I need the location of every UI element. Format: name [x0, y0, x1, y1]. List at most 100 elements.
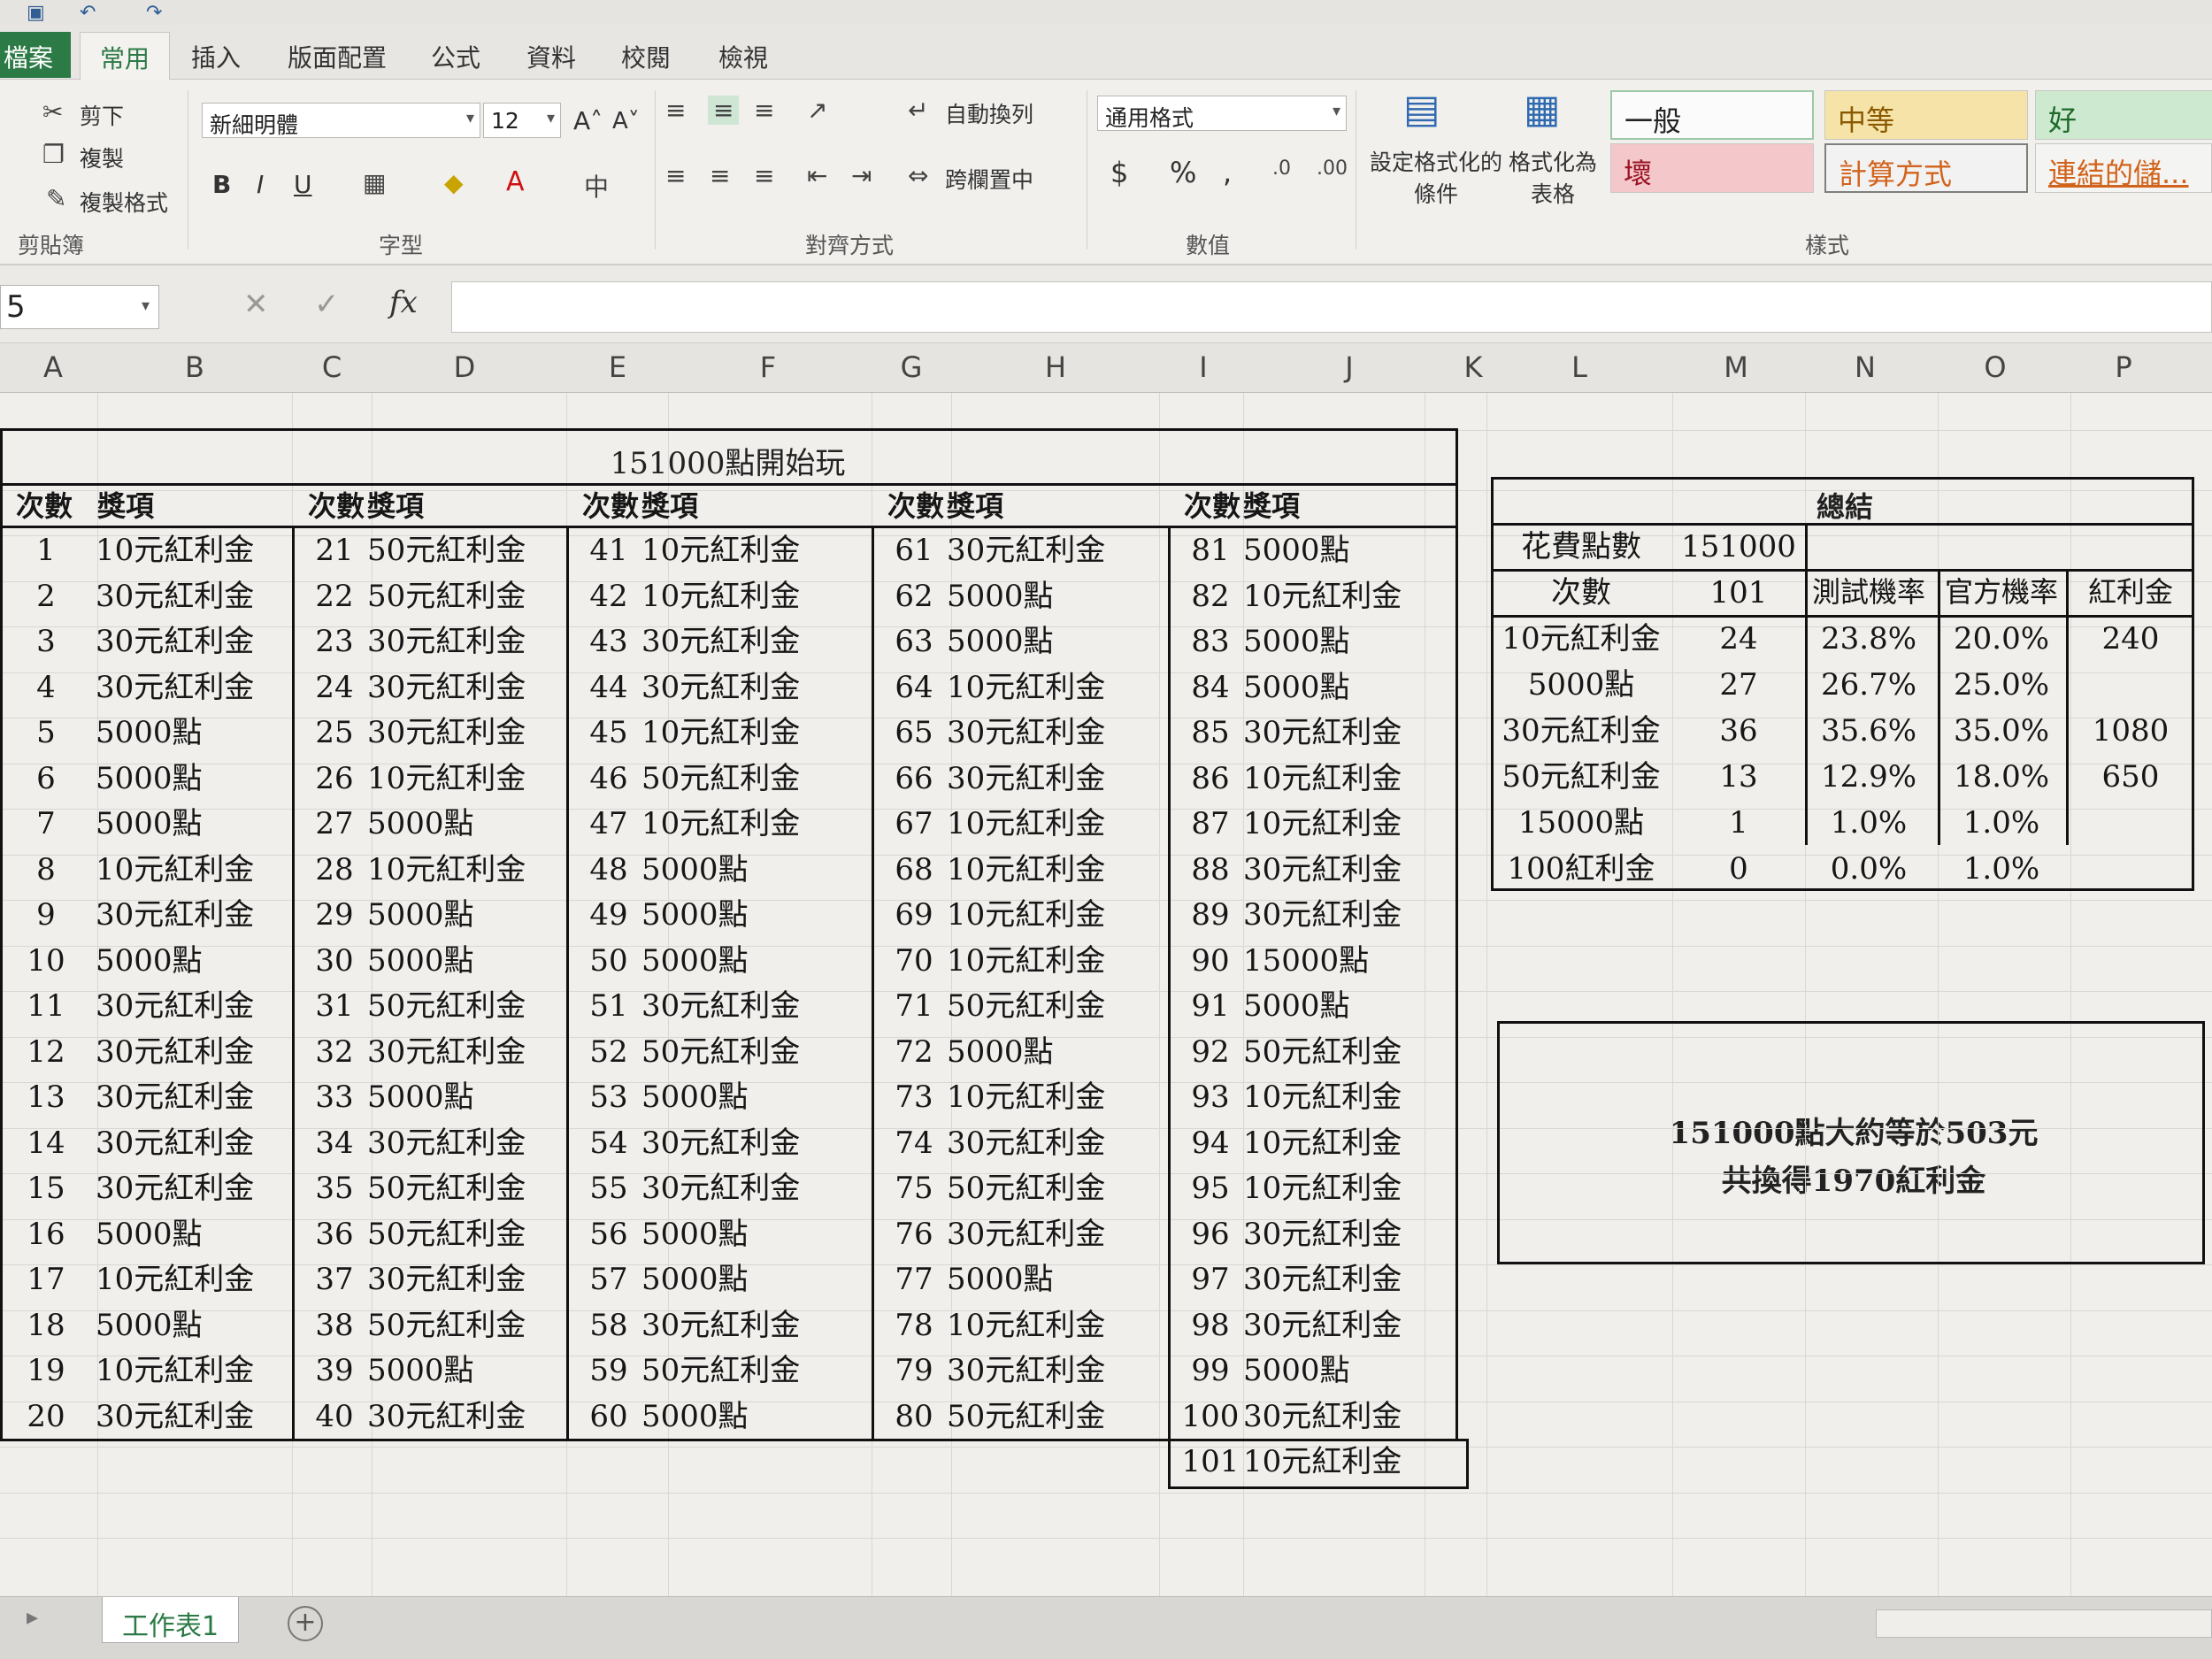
bold-icon[interactable]: B — [212, 170, 231, 199]
tab-view[interactable]: 檢視 — [718, 39, 768, 74]
font-name-combo[interactable]: 新細明體 ▾ — [202, 103, 480, 138]
tab-file[interactable]: 檔案 — [0, 32, 71, 78]
phonetic-icon[interactable]: 中 — [584, 168, 609, 204]
column-header-g[interactable]: G — [901, 350, 923, 384]
record-count: 85 — [1191, 715, 1230, 750]
save-icon[interactable]: ▣ — [27, 2, 45, 24]
column-header-c[interactable]: C — [322, 350, 342, 384]
decrease-indent-icon[interactable]: ⇤ — [807, 161, 827, 190]
style-neutral[interactable]: 中等 — [1824, 90, 2028, 140]
tab-page-layout[interactable]: 版面配置 — [288, 39, 387, 74]
align-right-icon[interactable]: ≡ — [754, 161, 774, 190]
record-count: 11 — [27, 988, 65, 1024]
cancel-icon[interactable]: ✕ — [243, 287, 269, 322]
column-header-o[interactable]: O — [1984, 350, 2006, 384]
align-bottom-icon[interactable]: ≡ — [754, 96, 774, 125]
copy-icon: ❐ — [42, 140, 65, 169]
header-count: 次數 — [1184, 489, 1241, 523]
underline-icon[interactable]: U — [294, 170, 312, 199]
increase-decimal-icon[interactable]: .0 — [1272, 157, 1291, 180]
format-painter-button[interactable]: 複製格式 — [80, 186, 168, 218]
copy-button[interactable]: 複製 — [80, 142, 124, 173]
conditional-format-button[interactable]: 設定格式化的條件 — [1370, 145, 1502, 209]
style-good[interactable]: 好 — [2035, 90, 2212, 140]
column-header-e[interactable]: E — [609, 350, 626, 384]
summary-item: 30元紅利金 — [1502, 713, 1661, 749]
record-count: 48 — [589, 851, 628, 887]
record-count: 31 — [315, 988, 354, 1024]
spent-value: 151000 — [1681, 529, 1796, 565]
record-prize: 10元紅利金 — [1243, 1171, 1402, 1206]
tab-insert[interactable]: 插入 — [191, 39, 241, 74]
record-prize: 5000點 — [367, 897, 474, 933]
shrink-font-icon[interactable]: A˅ — [612, 108, 640, 134]
horizontal-scrollbar[interactable] — [1876, 1609, 2212, 1638]
record-prize: 5000點 — [1243, 1353, 1350, 1388]
column-header-m[interactable]: M — [1724, 350, 1748, 384]
tab-scroll-left-icon[interactable]: ▸ — [27, 1604, 38, 1631]
column-header-l[interactable]: L — [1571, 350, 1587, 384]
column-header-d[interactable]: D — [454, 350, 476, 384]
column-header-j[interactable]: J — [1345, 350, 1353, 384]
align-middle-icon[interactable]: ≡ — [708, 96, 740, 125]
name-box[interactable]: 5 ▾ — [0, 285, 159, 329]
record-prize: 30元紅利金 — [947, 715, 1106, 750]
record-count: 33 — [315, 1079, 354, 1115]
fill-color-icon[interactable]: ◆ — [444, 168, 464, 197]
merge-center-button[interactable]: 跨欄置中 — [945, 163, 1033, 195]
tab-review[interactable]: 校閱 — [621, 39, 671, 74]
column-header-p[interactable]: P — [2115, 350, 2131, 384]
column-header-f[interactable]: F — [760, 350, 776, 384]
record-count: 88 — [1191, 851, 1230, 887]
record-count: 54 — [589, 1125, 628, 1161]
font-size-combo[interactable]: 12 ▾ — [483, 103, 561, 138]
column-header-k[interactable]: K — [1464, 350, 1483, 384]
summary-item: 5000點 — [1527, 667, 1635, 703]
redo-icon[interactable]: ↷ — [146, 2, 162, 24]
currency-icon[interactable]: $ — [1110, 156, 1128, 189]
increase-indent-icon[interactable]: ⇥ — [851, 161, 872, 190]
number-format-combo[interactable]: 通用格式 ▾ — [1097, 96, 1347, 131]
record-prize: 30元紅利金 — [96, 624, 255, 659]
align-center-icon[interactable]: ≡ — [710, 161, 730, 190]
style-linked-cell[interactable]: 連結的儲... — [2035, 143, 2212, 193]
style-normal[interactable]: 一般 — [1610, 90, 1814, 140]
column-header-n[interactable]: N — [1855, 350, 1876, 384]
tab-home[interactable]: 常用 — [80, 32, 171, 81]
worksheet-grid[interactable]: 151000點開始玩 總結 151000點大約等於503元 共換得1970紅利金… — [0, 393, 2212, 1596]
orientation-icon[interactable]: ↗ — [807, 96, 827, 125]
summary-count: 24 — [1719, 621, 1758, 657]
column-header-a[interactable]: A — [43, 350, 63, 384]
font-color-icon[interactable]: A — [506, 166, 525, 197]
format-as-table-button[interactable]: 格式化為表格 — [1504, 145, 1601, 209]
enter-icon[interactable]: ✓ — [314, 287, 340, 322]
column-header-h[interactable]: H — [1045, 350, 1066, 384]
formula-input[interactable] — [451, 281, 2212, 333]
style-bad[interactable]: 壞 — [1610, 143, 1814, 193]
record-prize: 50元紅利金 — [641, 760, 801, 796]
borders-icon[interactable]: ▦ — [363, 168, 386, 197]
undo-icon[interactable]: ↶ — [80, 2, 96, 24]
wrap-text-button[interactable]: 自動換列 — [945, 97, 1033, 129]
column-header-b[interactable]: B — [185, 350, 204, 384]
italic-icon[interactable]: I — [257, 170, 264, 199]
insert-function-icon[interactable]: fx — [389, 285, 418, 320]
align-top-icon[interactable]: ≡ — [665, 96, 686, 125]
record-count: 7 — [36, 806, 56, 841]
sheet-tab[interactable]: 工作表1 — [102, 1597, 239, 1643]
column-header-i[interactable]: I — [1199, 350, 1207, 384]
tab-data[interactable]: 資料 — [526, 39, 576, 74]
grow-font-icon[interactable]: A˄ — [573, 106, 603, 135]
tab-formulas[interactable]: 公式 — [431, 39, 480, 74]
align-left-icon[interactable]: ≡ — [665, 161, 686, 190]
scissors-icon: ✂ — [42, 97, 64, 127]
cut-button[interactable]: 剪下 — [80, 99, 124, 131]
record-prize: 30元紅利金 — [947, 533, 1106, 568]
style-calculation[interactable]: 計算方式 — [1824, 143, 2028, 193]
record-count: 74 — [895, 1125, 933, 1161]
comma-icon[interactable]: , — [1223, 156, 1232, 189]
percent-icon[interactable]: % — [1170, 156, 1196, 189]
decrease-decimal-icon[interactable]: .00 — [1317, 157, 1348, 180]
record-count: 36 — [315, 1216, 354, 1252]
add-sheet-icon[interactable]: + — [288, 1606, 323, 1641]
